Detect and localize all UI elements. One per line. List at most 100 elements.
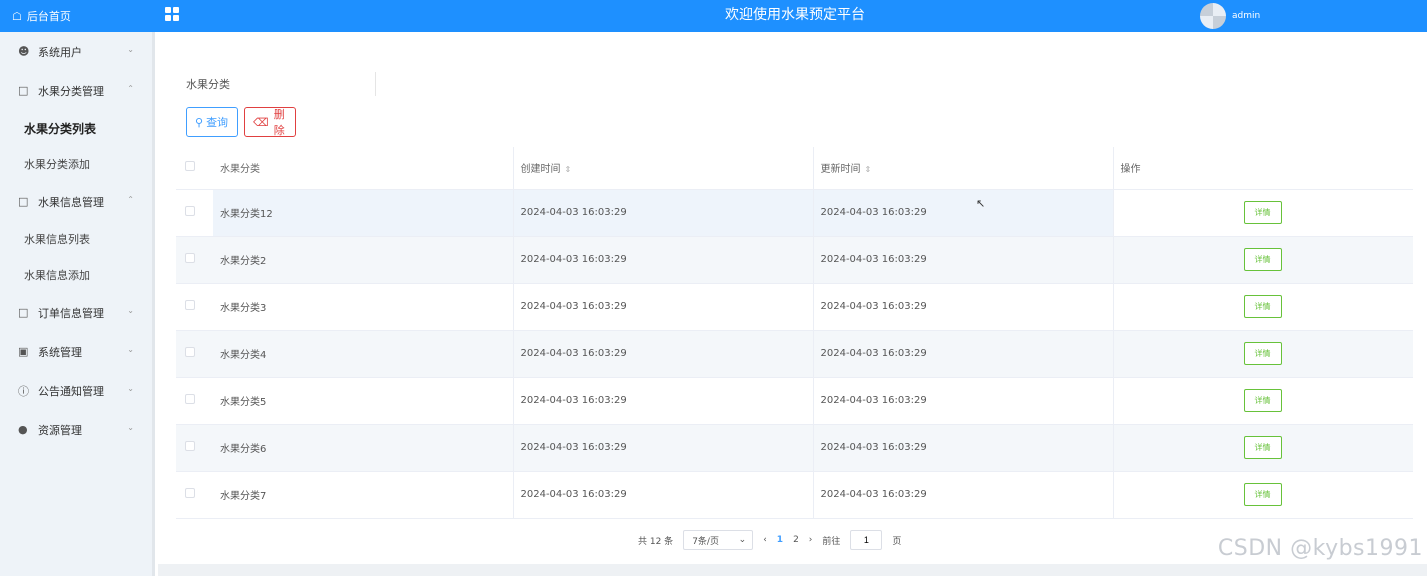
table-row[interactable]: 水果分类12 2024-04-03 16:03:29 2024-04-03 16… — [176, 189, 1413, 237]
table-header-row: 水果分类 创建时间 ⇕ 更新时间 ⇕ 操作 — [176, 147, 1413, 190]
sort-icon[interactable]: ⇕ — [865, 165, 872, 174]
cell-updated: 2024-04-03 16:03:29 — [813, 330, 1114, 378]
sidebar-item-label: 系统用户 — [38, 45, 82, 59]
header-category: 水果分类 — [213, 147, 514, 190]
chevron-down-icon: ⌄ — [127, 345, 134, 354]
header-updated-label: 更新时间 — [820, 164, 861, 176]
sidebar-item-resources[interactable]: ● 资源管理 ⌄ — [0, 410, 152, 449]
goto-page-input[interactable] — [850, 530, 883, 550]
detail-button[interactable]: 详情 — [1243, 436, 1282, 459]
row-checkbox[interactable] — [185, 300, 195, 310]
delete-button[interactable]: ⌫ 删除 — [244, 107, 296, 137]
home-link[interactable]: ☖ 后台首页 — [0, 0, 155, 32]
chevron-down-icon: ⌄ — [127, 384, 134, 393]
sidebar-item-notices[interactable]: ⓘ 公告通知管理 ⌄ — [0, 371, 152, 410]
table-row[interactable]: 水果分类7 2024-04-03 16:03:29 2024-04-03 16:… — [176, 471, 1413, 519]
main-content: 水果分类 ⚲ 查询 ⌫ 删除 水果分类 创建时间 ⇕ 更新时间 ⇕ 操作 水果分类1… — [158, 32, 1427, 576]
category-table: 水果分类 创建时间 ⇕ 更新时间 ⇕ 操作 水果分类12 2024-04-03 16… — [176, 147, 1413, 519]
row-checkbox[interactable] — [185, 441, 195, 451]
chevron-down-icon: ⌄ — [127, 306, 134, 315]
chevron-down-icon: ⌄ — [127, 423, 134, 432]
folder-icon: □ — [18, 306, 29, 319]
location-icon: ● — [18, 423, 28, 436]
cell-created: 2024-04-03 16:03:29 — [513, 283, 814, 331]
header-created[interactable]: 创建时间 ⇕ — [513, 147, 814, 190]
next-page-icon[interactable]: › — [809, 535, 813, 545]
row-checkbox[interactable] — [185, 347, 195, 357]
sidebar-subitem-info-add[interactable]: 水果信息添加 — [0, 257, 152, 293]
prev-page-icon[interactable]: ‹ — [763, 535, 767, 545]
sidebar-subitem-info-list[interactable]: 水果信息列表 — [0, 221, 152, 257]
query-button[interactable]: ⚲ 查询 — [186, 107, 238, 137]
category-search-input[interactable] — [238, 72, 376, 96]
cell-created: 2024-04-03 16:03:29 — [513, 424, 814, 472]
sidebar-subitem-category-add[interactable]: 水果分类添加 — [0, 146, 152, 182]
row-checkbox[interactable] — [185, 253, 195, 263]
sidebar-item-system-users[interactable]: ☻ 系统用户 ⌄ — [0, 32, 152, 71]
total-count: 共 12 条 — [638, 536, 674, 547]
folder-icon: □ — [18, 195, 29, 208]
row-checkbox[interactable] — [185, 488, 195, 498]
image-icon: ▣ — [18, 345, 29, 358]
sidebar-item-label: 系统管理 — [38, 345, 82, 359]
table-row[interactable]: 水果分类6 2024-04-03 16:03:29 2024-04-03 16:… — [176, 424, 1413, 472]
chevron-down-icon: ⌄ — [127, 45, 134, 54]
user-icon: ☻ — [18, 45, 30, 58]
page-1[interactable]: 1 — [777, 535, 783, 545]
table-row[interactable]: 水果分类3 2024-04-03 16:03:29 2024-04-03 16:… — [176, 283, 1413, 331]
page-unit: 页 — [892, 536, 902, 547]
row-checkbox[interactable] — [185, 206, 195, 216]
cell-updated: 2024-04-03 16:03:29 — [813, 236, 1114, 284]
search-row: 水果分类 — [186, 72, 376, 96]
detail-button[interactable]: 详情 — [1243, 483, 1282, 506]
cell-category: 水果分类2 — [213, 236, 514, 284]
info-icon: ⓘ — [18, 384, 29, 398]
watermark: CSDN @kybs1991 — [1217, 536, 1423, 561]
row-checkbox[interactable] — [185, 394, 195, 404]
cell-category: 水果分类7 — [213, 471, 514, 519]
sidebar-item-system[interactable]: ▣ 系统管理 ⌄ — [0, 332, 152, 371]
sidebar-item-label: 公告通知管理 — [38, 384, 104, 398]
cell-category: 水果分类12 — [213, 189, 514, 237]
avatar — [1200, 3, 1226, 29]
cell-created: 2024-04-03 16:03:29 — [513, 330, 814, 378]
sidebar-item-label: 水果分类管理 — [38, 84, 104, 98]
table-row[interactable]: 水果分类2 2024-04-03 16:03:29 2024-04-03 16:… — [176, 236, 1413, 284]
header-updated[interactable]: 更新时间 ⇕ — [813, 147, 1114, 190]
sidebar-item-fruit-category[interactable]: □ 水果分类管理 ⌃ — [0, 71, 152, 110]
table-row[interactable]: 水果分类5 2024-04-03 16:03:29 2024-04-03 16:… — [176, 377, 1413, 425]
user-menu[interactable]: admin — [1200, 3, 1260, 29]
sidebar-subitem-category-list[interactable]: 水果分类列表 — [0, 110, 152, 146]
sidebar-item-orders[interactable]: □ 订单信息管理 ⌄ — [0, 293, 152, 332]
detail-button[interactable]: 详情 — [1243, 201, 1282, 224]
search-label: 水果分类 — [186, 78, 230, 91]
page-size-select[interactable]: 7条/页 ⌄ — [683, 530, 754, 550]
page-2[interactable]: 2 — [793, 535, 799, 545]
sidebar-item-label: 订单信息管理 — [38, 306, 104, 320]
cell-category: 水果分类3 — [213, 283, 514, 331]
home-label: 后台首页 — [26, 10, 71, 23]
delete-button-label: 删除 — [273, 108, 285, 137]
menu-toggle-icon[interactable] — [165, 7, 179, 21]
sidebar-item-fruit-info[interactable]: □ 水果信息管理 ⌃ — [0, 182, 152, 221]
action-buttons: ⚲ 查询 ⌫ 删除 — [186, 107, 296, 137]
cell-created: 2024-04-03 16:03:29 — [513, 236, 814, 284]
table-row[interactable]: 水果分类4 2024-04-03 16:03:29 2024-04-03 16:… — [176, 330, 1413, 378]
detail-button[interactable]: 详情 — [1243, 389, 1282, 412]
sort-icon[interactable]: ⇕ — [565, 165, 572, 174]
detail-button[interactable]: 详情 — [1243, 342, 1282, 365]
detail-button[interactable]: 详情 — [1243, 295, 1282, 318]
trash-icon: ⌫ — [253, 115, 269, 129]
cursor-icon: ↖ — [976, 197, 986, 210]
folder-icon: □ — [18, 84, 29, 97]
page-title: 欢迎使用水果预定平台 — [725, 7, 865, 23]
page-size-value: 7条/页 — [692, 536, 719, 547]
cell-created: 2024-04-03 16:03:29 — [513, 471, 814, 519]
query-button-label: 查询 — [206, 116, 229, 129]
cell-created: 2024-04-03 16:03:29 — [513, 189, 814, 237]
cell-category: 水果分类6 — [213, 424, 514, 472]
home-icon: ☖ — [12, 9, 22, 23]
detail-button[interactable]: 详情 — [1243, 248, 1282, 271]
sidebar-item-label: 水果信息管理 — [38, 195, 104, 209]
select-all-checkbox[interactable] — [185, 161, 195, 172]
